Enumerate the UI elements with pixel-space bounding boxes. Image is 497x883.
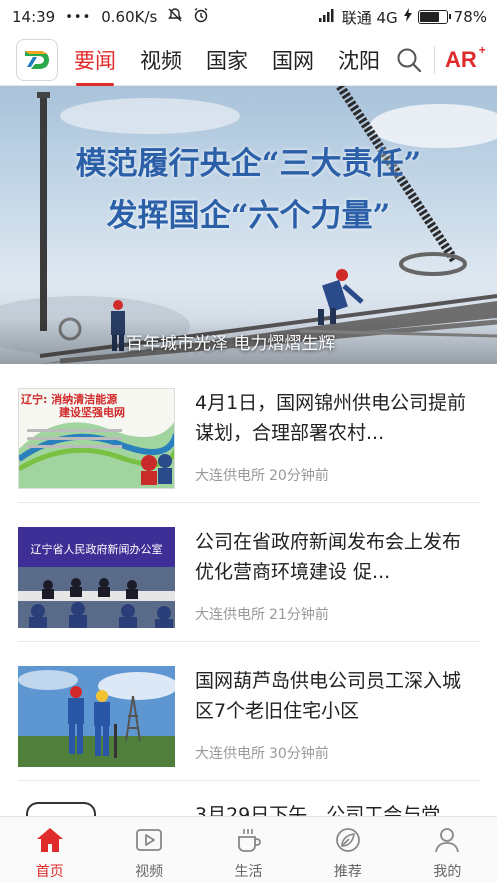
news-thumbnail	[18, 666, 175, 767]
clock: 14:39	[12, 8, 56, 26]
nav-label: 生活	[234, 864, 263, 880]
status-bar: 14:39 ••• 0.60K/s 联通 4G 78%	[0, 0, 497, 34]
news-item[interactable]: 国网葫芦岛供电公司员工深入城区7个老旧住宅小区 大连供电所 30分钟前	[18, 642, 479, 781]
channel-tabs: 要闻 视频 国家 国网 沈阳	[74, 34, 380, 86]
nav-recommend[interactable]: 推荐	[298, 817, 397, 883]
tab-state-grid[interactable]: 国网	[272, 34, 314, 86]
app-logo-icon[interactable]	[16, 38, 58, 81]
news-item[interactable]: 辽宁: 消纳清洁能源 建设坚强电网 4月1日，国网锦州供电公司提前谋划，合理部署…	[18, 364, 479, 503]
tab-shenyang[interactable]: 沈阳	[338, 34, 380, 86]
nav-label: 首页	[35, 864, 64, 880]
banner-headline-line1: 模范履行央企“三大责任”	[75, 146, 422, 182]
featured-banner[interactable]: 模范履行央企“三大责任” 发挥国企“六个力量” 百年城市光泽 电力熠熠生辉	[0, 86, 497, 364]
battery-icon	[417, 10, 451, 24]
news-title: 国网葫芦岛供电公司员工深入城区7个老旧住宅小区	[195, 670, 462, 722]
news-thumbnail: 辽宁: 消纳清洁能源 建设坚强电网	[18, 388, 175, 489]
news-source: 大连供电所	[195, 468, 265, 484]
recommend-leaf-icon	[333, 825, 363, 855]
home-icon	[35, 825, 65, 855]
news-time: 20分钟前	[269, 468, 329, 484]
nav-life[interactable]: 生活	[199, 817, 298, 883]
news-title: 公司在省政府新闻发布会上发布优化营商环境建设 促...	[195, 531, 462, 583]
network-speed: 0.60K/s	[101, 8, 158, 26]
coffee-cup-icon	[234, 825, 264, 855]
news-thumbnail	[26, 802, 96, 816]
banner-headline-line2: 发挥国企“六个力量”	[106, 198, 391, 234]
video-play-icon	[134, 825, 164, 855]
thumbnail-caption: 辽宁: 消纳清洁能源 建设坚强电网	[21, 393, 125, 419]
user-profile-icon	[432, 825, 462, 855]
news-title: 3月29日下午，公司工会与党...	[195, 804, 459, 816]
nav-label: 推荐	[333, 864, 362, 880]
news-meta: 大连供电所 21分钟前	[195, 604, 329, 624]
tab-nation[interactable]: 国家	[206, 34, 248, 86]
nav-video[interactable]: 视频	[99, 817, 198, 883]
news-item[interactable]: 3月29日下午，公司工会与党...	[18, 794, 479, 816]
notification-dots: •••	[65, 9, 92, 25]
signal-icon	[318, 8, 336, 26]
news-thumbnail: 辽宁省人民政府新闻办公室	[18, 527, 175, 628]
ar-button[interactable]: AR +	[445, 43, 486, 73]
banner-caption: 百年城市光泽 电力熠熠生辉	[0, 318, 497, 364]
tab-headlines[interactable]: 要闻	[74, 34, 116, 86]
nav-divider	[434, 45, 435, 74]
carrier-label: 联通 4G	[341, 8, 398, 27]
nav-home[interactable]: 首页	[0, 817, 99, 883]
news-source: 大连供电所	[195, 607, 265, 623]
charging-icon	[403, 8, 412, 26]
top-navigation: 要闻 视频 国家 国网 沈阳 AR +	[0, 34, 497, 86]
mute-icon	[167, 7, 183, 27]
nav-label: 我的	[433, 864, 462, 880]
news-time: 21分钟前	[269, 607, 329, 623]
battery-percent: 78%	[453, 8, 487, 26]
news-title: 4月1日，国网锦州供电公司提前谋划，合理部署农村...	[195, 392, 467, 444]
news-meta: 大连供电所 20分钟前	[195, 465, 329, 485]
news-time: 30分钟前	[269, 746, 329, 762]
alarm-icon	[193, 7, 209, 27]
news-meta: 大连供电所 30分钟前	[195, 743, 329, 763]
news-list: 辽宁: 消纳清洁能源 建设坚强电网 4月1日，国网锦州供电公司提前谋划，合理部署…	[0, 364, 497, 816]
news-source: 大连供电所	[195, 746, 265, 762]
search-icon[interactable]	[394, 45, 424, 75]
tab-video[interactable]: 视频	[140, 34, 182, 86]
bottom-navigation: 首页 视频 生活 推荐 我的	[0, 816, 497, 883]
news-item[interactable]: 辽宁省人民政府新闻办公室 公司在省政府新闻发布会上发布优化营商环境建设 促...…	[18, 503, 479, 642]
nav-label: 视频	[135, 864, 164, 880]
nav-profile[interactable]: 我的	[398, 817, 497, 883]
thumbnail-caption: 辽宁省人民政府新闻办公室	[30, 543, 163, 556]
